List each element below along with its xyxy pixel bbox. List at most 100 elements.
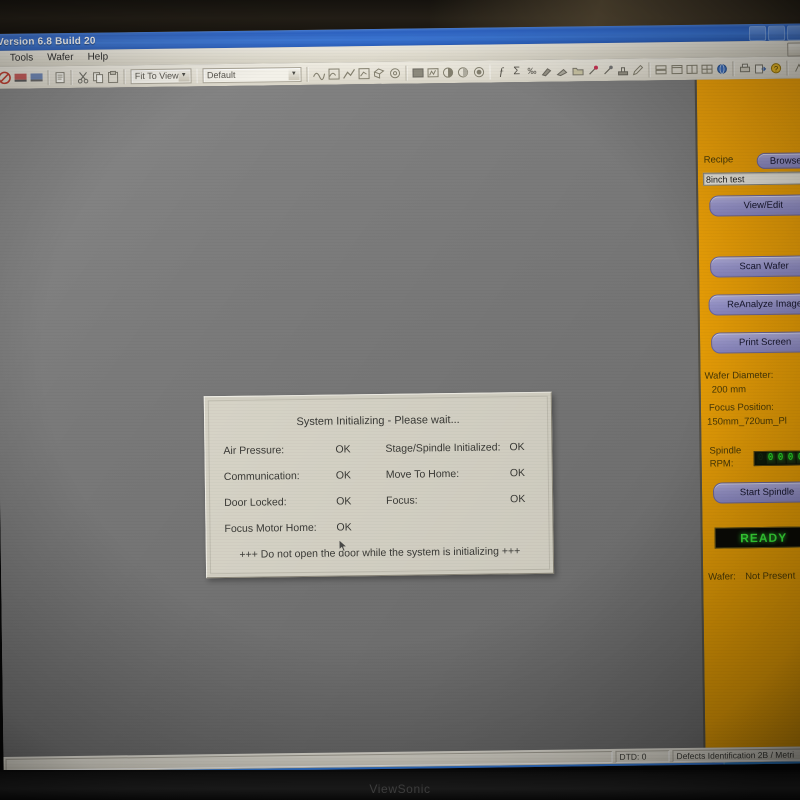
blocked-icon[interactable] [0,70,12,86]
folder-icon[interactable] [571,62,584,78]
reanalyze-image-button[interactable]: ReAnalyze Image [708,293,800,316]
scan-wafer-button-label: Scan Wafer [739,260,789,273]
print-screen-button[interactable]: Print Screen [710,331,800,354]
scan-wafer-button[interactable]: Scan Wafer [709,255,800,278]
flag-icon[interactable] [29,69,43,85]
dtd-counter-cell: DTD: 0 [615,749,670,763]
spindle-rpm-display: 0 0 0 0 0 [753,450,800,467]
wafer-diameter-label: Wafer Diameter: [704,369,774,382]
dialog-inner-frame: System Initializing - Please wait... Air… [207,395,551,575]
toolbar-separator [786,60,789,76]
communication-label: Communication: [223,470,300,484]
function-icon[interactable]: ƒ [495,63,508,79]
toolbar-separator [123,68,126,84]
monitor-brand-label: ViewSonic [369,782,431,796]
cut-icon[interactable] [76,69,89,85]
air-pressure-status: OK [335,443,351,456]
door-locked-label: Door Locked: [224,496,287,510]
toolbar-separator [648,61,651,77]
stamp-icon[interactable] [616,62,629,78]
cube-icon[interactable] [373,65,386,81]
layout-rows-icon[interactable] [655,61,668,77]
wave-grid-icon[interactable] [327,65,340,81]
layout-single-icon[interactable] [670,61,683,77]
focus-status: OK [510,493,526,506]
trend-icon[interactable] [342,65,356,81]
focus-label: Focus: [386,494,418,507]
rpm-digit: 0 [756,452,766,465]
start-spindle-button[interactable]: Start Spindle [712,481,800,504]
pencil-icon[interactable] [632,61,645,77]
browse-button[interactable]: Browse [756,152,800,170]
layout-cols-icon[interactable] [685,61,698,77]
contrast-half-icon[interactable] [441,64,454,80]
brush2-icon[interactable] [556,62,569,78]
wafer-diameter-value: 200 mm [711,384,747,396]
stage-spindle-label: Stage/Spindle Initialized: [385,441,501,455]
contrast-full-icon[interactable] [472,64,485,80]
control-sidepanel: Recipe Browse 8inch test View/Edit Scan … [694,78,800,769]
ready-status-text: READY [740,530,788,545]
air-pressure-label: Air Pressure: [223,444,285,458]
toolbar-separator [732,60,735,76]
mdi-close-icon[interactable] [787,42,800,57]
image-icon[interactable] [411,64,424,80]
new-document-icon[interactable] [53,69,66,85]
rpm-digit: 0 [786,452,796,464]
export-icon[interactable] [754,60,767,76]
help-icon[interactable]: ? [769,60,782,76]
initialization-checks: Air Pressure: OK Stage/Spindle Initializ… [223,441,540,549]
mouse-cursor-icon [338,539,348,552]
image-workspace[interactable]: System Initializing - Please wait... Air… [0,79,704,757]
dialog-title: System Initializing - Please wait... [296,413,460,429]
target-icon[interactable] [388,65,401,81]
toolbar-separator [196,67,199,83]
svg-text:?: ? [774,64,778,73]
sigma-icon[interactable]: Σ [510,63,523,79]
toolbar-separator [306,66,309,82]
palette-combo[interactable]: Default ▼ [202,66,302,83]
toolbar-separator [489,63,492,80]
about-icon[interactable] [792,59,800,75]
contrast-quarter-icon[interactable] [457,64,470,80]
close-button[interactable] [786,25,800,41]
wave-icon[interactable] [312,66,325,82]
move-to-home-label: Move To Home: [385,467,460,481]
reanalyze-image-button-label: ReAnalyze Image [727,298,800,311]
ready-status-badge: READY [714,526,800,549]
copy-icon[interactable] [92,69,105,85]
menu-item-help[interactable]: Help [80,49,115,65]
rpm-digit: 0 [766,452,776,464]
histogram-icon[interactable] [426,64,439,80]
print-screen-button-label: Print Screen [738,336,792,349]
zoom-combo[interactable]: Fit To View ▼ [130,67,192,84]
toolbar-separator [405,65,408,81]
menu-item-wafer[interactable]: Wafer [40,50,81,67]
palette-combo-value: Default [206,69,236,81]
spindle-label-line2: RPM: [709,458,734,470]
wafer-presence-value: Not Present [745,570,796,583]
print-icon[interactable] [739,60,752,76]
brush-icon[interactable] [540,63,553,79]
sync-red-icon[interactable] [13,70,27,86]
recipe-input[interactable]: 8inch test [702,171,800,186]
mode-cell: Defects Identification 2B / Metri [672,747,800,762]
toolbar-separator [47,69,50,85]
globe-icon[interactable] [716,60,729,76]
percent-icon[interactable]: ‰ [525,63,538,79]
trend-box-icon[interactable] [358,65,371,81]
paste-icon[interactable] [107,68,120,84]
zoom-combo-value: Fit To View [134,70,179,82]
maximize-button[interactable] [767,25,786,41]
chevron-down-icon[interactable]: ▼ [288,68,300,80]
focus-motor-home-label: Focus Motor Home: [224,521,317,536]
pin2-icon[interactable] [601,62,614,78]
menu-item-tools[interactable]: Tools [3,50,41,66]
pin-icon[interactable] [586,62,599,78]
minimize-button[interactable] [748,25,767,42]
view-edit-button[interactable]: View/Edit [709,194,800,217]
window-controls[interactable] [748,25,800,42]
layout-grid-icon[interactable] [700,61,713,77]
focus-position-label: Focus Position: [708,401,774,414]
chevron-down-icon[interactable]: ▼ [178,69,190,82]
